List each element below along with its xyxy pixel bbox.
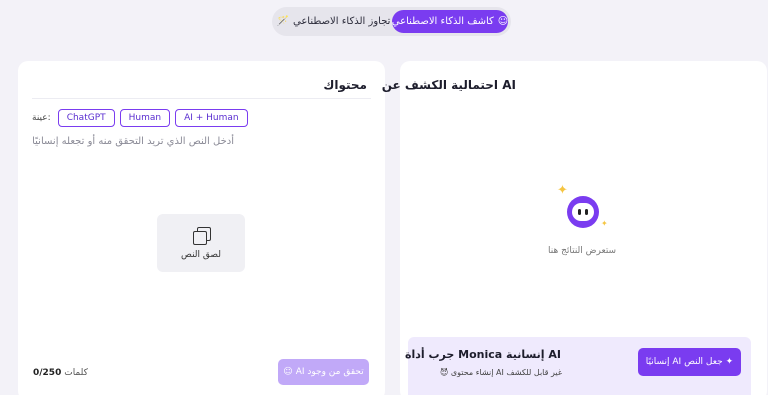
word-count-value: 0/250 — [33, 368, 62, 378]
magic-wand-icon: 🪄 — [276, 16, 289, 27]
input-panel: محتواك عينة: ChatGPT Human AI + Human أد… — [18, 61, 385, 395]
check-ai-button[interactable]: ☺ AI تحقق من وجود — [278, 359, 369, 385]
monica-mascot-icon — [567, 196, 599, 228]
divider — [32, 98, 371, 99]
mask-icon: 😈 — [440, 368, 449, 377]
humanize-button-label: إنسانيًا AI جعل النص — [645, 357, 723, 367]
promo-subtitle-text: غير قابل للكشف AI إنشاء محتوى — [450, 368, 562, 377]
tab-ai-detector[interactable]: كاشف الذكاء الاصطناعي ☺ — [392, 10, 508, 33]
word-count: 0/250 كلمات — [33, 368, 88, 378]
sample-row: عينة: ChatGPT Human AI + Human — [32, 109, 248, 127]
sample-chip-human[interactable]: Human — [119, 109, 171, 127]
promo-title: AI إنسانية Monica جرب أداة — [404, 348, 561, 361]
humanize-button[interactable]: إنسانيًا AI جعل النص ✦ — [638, 348, 741, 376]
result-panel-title: AI احتمالية الكشف عن — [381, 78, 516, 92]
tab-ai-bypass-label: تجاوز الذكاء الاصطناعي — [293, 16, 391, 27]
promo-subtitle: غير قابل للكشف AI إنشاء محتوى 😈 — [440, 368, 562, 377]
mode-toggle: 🪄 تجاوز الذكاء الاصطناعي كاشف الذكاء الا… — [272, 7, 511, 36]
tab-ai-bypass[interactable]: 🪄 تجاوز الذكاء الاصطناعي — [275, 10, 392, 33]
sparkle-icon: ✦ — [725, 357, 734, 367]
paste-button[interactable]: لصق النص — [157, 214, 245, 272]
result-panel: AI احتمالية الكشف عن ✦ ✦ ستعرض النتائج ه… — [382, 61, 767, 395]
sparkle-icon: ✦ — [557, 183, 568, 198]
copy-icon — [192, 226, 211, 245]
word-count-unit: كلمات — [64, 368, 88, 378]
check-ai-button-label: AI تحقق من وجود — [295, 367, 364, 377]
sample-label: عينة: — [32, 113, 51, 123]
input-panel-title: محتواك — [323, 78, 367, 92]
paste-label: لصق النص — [181, 249, 221, 260]
sparkle-icon: ✦ — [601, 219, 608, 228]
robot-icon: ☺ — [497, 16, 509, 27]
results-hint: ستعرض النتائج هنا — [548, 246, 617, 256]
robot-icon: ☺ — [283, 367, 293, 377]
sample-chip-chatgpt[interactable]: ChatGPT — [57, 109, 115, 127]
text-input[interactable]: أدخل النص الذي تريد التحقق منه أو تجعله … — [32, 136, 234, 147]
promo-banner: AI إنسانية Monica جرب أداة غير قابل للكش… — [404, 337, 751, 395]
sample-chip-ai-human[interactable]: AI + Human — [175, 109, 248, 127]
tab-ai-detector-label: كاشف الذكاء الاصطناعي — [391, 16, 494, 27]
